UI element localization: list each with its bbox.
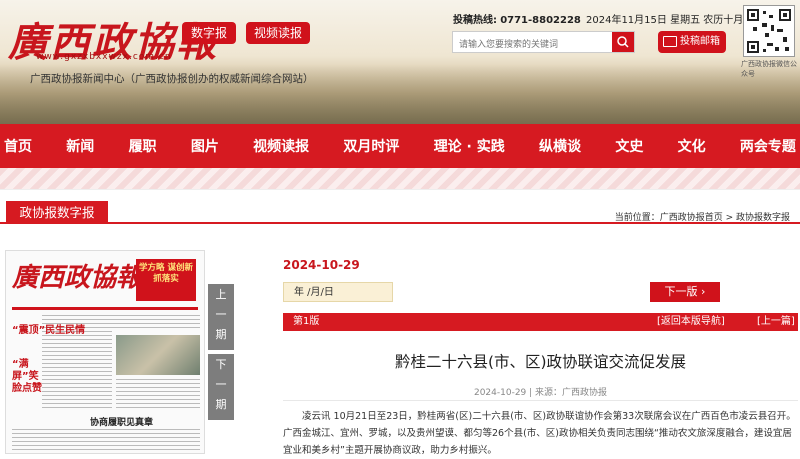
paper-text [116,379,200,409]
article-title: 黔桂二十六县(市、区)政协联谊交流促发展 [394,353,687,371]
paper-ad: 学方略 谋创新 抓落实 [136,259,196,301]
hotline-label: 投稿热线: [453,15,497,26]
mail-submit-button[interactable]: 投稿邮箱 [658,31,726,53]
nav-theory[interactable]: 理论 · 实践 [434,136,505,156]
prev-issue-char: 一 [215,308,227,321]
site-subtitle: 广西政协报新闻中心（广西政协报创办的权威新闻综合网站） [30,73,314,85]
site-url: www.gxzxbxxwzx.com.cn [36,52,172,62]
video-paper-button[interactable]: 视频读报 [246,22,310,44]
qr-label: 广西政协报微信公众号 [741,60,797,78]
prev-issue-char: 上 [215,288,227,301]
section-tab[interactable]: 政协报数字报 [6,201,108,224]
digital-paper-button[interactable]: 数字报 [182,22,236,44]
nav-news[interactable]: 新闻 [66,136,94,156]
edition-label: 第1版 [293,316,320,327]
mail-label: 投稿邮箱 [680,36,720,47]
nav-duty[interactable]: 履职 [129,136,157,156]
paper-photo [116,335,200,375]
search-box [452,31,635,55]
nav-home[interactable]: 首页 [4,136,32,156]
search-button[interactable] [612,32,634,52]
nav-commentary[interactable]: 双月时评 [343,136,399,156]
nav-photos[interactable]: 图片 [191,136,219,156]
prev-issue-char: 期 [215,328,227,341]
issue-date: 2024-10-29 [283,258,360,272]
nav-sessions[interactable]: 两会专题 [740,136,796,156]
next-edition-button[interactable]: 下一版 › [650,282,720,302]
next-issue-button[interactable]: 下 一 期 [208,354,234,420]
paper-rule [12,307,198,310]
nav-discussion[interactable]: 纵横谈 [539,136,581,156]
paper-masthead: 廣西政協報 [12,263,143,293]
main-nav: 首页 新闻 履职 图片 视频读报 双月时评 理论 · 实践 纵横谈 文史 文化 … [0,124,800,168]
next-edition-label: 下一版 [664,285,698,298]
breadcrumb: 当前位置：广西政协报首页 > 政协报数字报 [614,213,790,223]
next-issue-char: 一 [215,378,227,391]
article-body: 凌云讯 10月21日至23日，黔桂两省(区)二十六县(市、区)政协联谊协作会第3… [283,411,796,456]
search-input[interactable] [453,35,613,55]
paper-text [12,429,200,453]
nav-history[interactable]: 文史 [615,136,643,156]
search-icon [617,36,629,48]
newspaper-page-image[interactable]: 廣西政協報 学方略 谋创新 抓落实 “震顶”民生民情 “满屏”笑脸点赞 协商履职… [5,250,205,454]
date-picker[interactable]: 年 /月/日 [283,282,393,302]
prev-article-link[interactable]: [上一篇] [757,313,795,331]
paper-headline: “震顶”民生民情 [12,325,86,336]
decorative-pattern [0,168,800,190]
hotline-number: 0771-8802228 [500,15,581,26]
back-to-edition-link[interactable]: [返回本版导航] [657,313,725,331]
hotline: 投稿热线: 0771-8802228 [453,11,581,26]
paper-headline: 协商履职见真章 [90,418,154,428]
mail-icon [663,36,677,47]
next-issue-char: 下 [215,358,227,371]
nav-video[interactable]: 视频读报 [253,136,309,156]
chevron-right-icon: › [701,285,706,298]
site-header: 廣西政協報 www.gxzxbxxwzx.com.cn 广西政协报新闻中心（广西… [0,0,800,124]
qr-code-icon [743,5,795,57]
nav-culture[interactable]: 文化 [678,136,706,156]
article-divider [283,400,798,401]
article-meta: 2024-10-29 | 来源：广西政协报 [473,388,608,398]
prev-issue-button[interactable]: 上 一 期 [208,284,234,350]
paper-headline: “满屏”笑脸点赞 [12,359,42,394]
next-issue-char: 期 [215,398,227,411]
paper-text [42,331,112,411]
section-bar: 政协报数字报 当前位置：广西政协报首页 > 政协报数字报 [0,190,800,234]
edition-bar: 第1版 [返回本版导航] [上一篇] [283,313,798,331]
current-date: 2024年11月15日 星期五 农历十月十五 [586,15,764,26]
